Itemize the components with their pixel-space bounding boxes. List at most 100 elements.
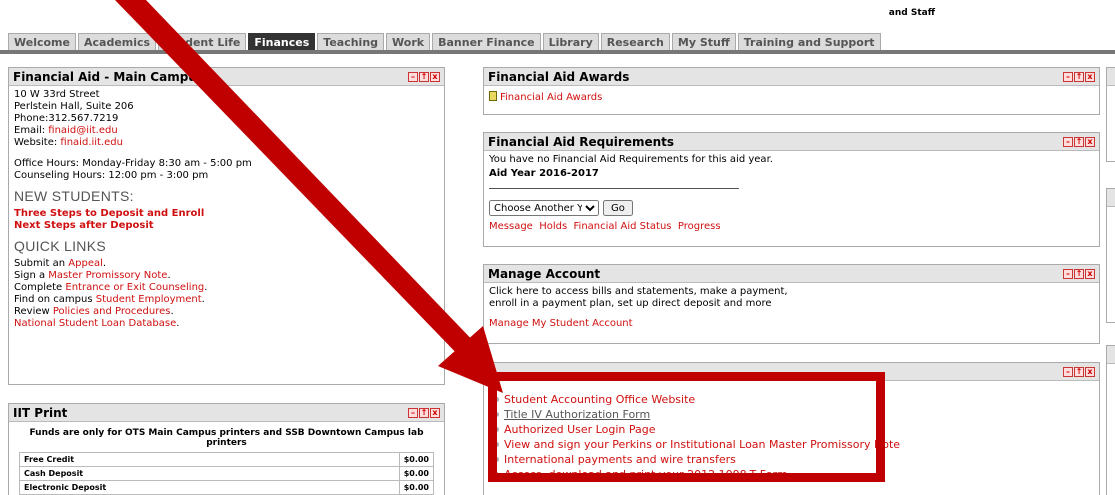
- awards-link[interactable]: Financial Aid Awards: [500, 92, 602, 103]
- email-row: Email: finaid@iit.edu: [14, 125, 118, 136]
- tab-student-life[interactable]: Student Life: [158, 33, 247, 50]
- requirements-links: Message Holds Financial Aid Status Progr…: [489, 221, 1094, 233]
- portlet-header: IIT Print – ↑ x: [9, 404, 444, 422]
- tab-library[interactable]: Library: [542, 33, 599, 50]
- email-link[interactable]: finaid@iit.edu: [48, 125, 117, 136]
- tab-research[interactable]: Research: [600, 33, 670, 50]
- table-row: Electronic Deposit $0.00: [19, 480, 435, 495]
- table-row: Cash Deposit $0.00: [19, 466, 435, 481]
- staff-text: and Staff: [888, 8, 935, 18]
- minimize-icon[interactable]: –: [1063, 71, 1073, 82]
- close-icon[interactable]: x: [1085, 268, 1095, 279]
- tab-bar: Welcome Academics Student Life Finances …: [8, 33, 883, 50]
- employment-link[interactable]: Student Employment: [96, 294, 202, 305]
- appeal-link[interactable]: Appeal: [68, 258, 103, 269]
- quick-link-policies: Review Policies and Procedures.: [14, 306, 174, 317]
- quick-link-employment: Find on campus Student Employment.: [14, 294, 205, 305]
- quick-link-appeal: Submit an Appeal.: [14, 258, 107, 269]
- tab-welcome[interactable]: Welcome: [8, 33, 76, 50]
- tab-finances[interactable]: Finances: [248, 33, 316, 50]
- address-line-2: Perlstein Hall, Suite 206: [14, 101, 134, 112]
- go-button[interactable]: Go: [603, 200, 633, 216]
- portlet-title: Financial Aid - Main Campus: [13, 69, 204, 84]
- website-row: Website: finaid.iit.edu: [14, 137, 123, 148]
- right-partial-portlet-1: [1106, 67, 1115, 162]
- tab-work[interactable]: Work: [386, 33, 431, 50]
- mpn-link[interactable]: Master Promissory Note: [48, 270, 167, 281]
- row-value: $0.00: [398, 466, 435, 481]
- maximize-icon[interactable]: ↑: [1074, 71, 1084, 82]
- table-row: Free Credit $0.00: [19, 452, 435, 467]
- nsld-link[interactable]: National Student Loan Database: [14, 318, 176, 329]
- quick-link-mpn: Sign a Master Promissory Note.: [14, 270, 171, 281]
- row-label: Cash Deposit: [19, 466, 400, 481]
- three-steps-link[interactable]: Three Steps to Deposit and Enroll: [14, 208, 439, 220]
- portlet-body: 10 W 33rd Street Perlstein Hall, Suite 2…: [9, 86, 444, 333]
- close-icon[interactable]: x: [430, 407, 440, 418]
- portlet-header: Financial Aid Requirements – ↑ x: [484, 133, 1099, 151]
- tab-academics[interactable]: Academics: [77, 33, 157, 50]
- website-link[interactable]: finaid.iit.edu: [60, 137, 123, 148]
- new-students-heading: NEW STUDENTS:: [14, 188, 134, 204]
- tab-divider: [0, 50, 1115, 54]
- fin-aid-main-portlet: Financial Aid - Main Campus – ↑ x 10 W 3…: [8, 67, 445, 385]
- manage-account-portlet: Manage Account – ↑ x Click here to acces…: [483, 264, 1100, 344]
- tab-teaching[interactable]: Teaching: [317, 33, 385, 50]
- next-steps-link[interactable]: Next Steps after Deposit: [14, 220, 439, 232]
- quick-links-heading: QUICK LINKS: [14, 238, 106, 254]
- address-line-1: 10 W 33rd Street: [14, 89, 100, 100]
- counseling-hours: Counseling Hours: 12:00 pm - 3:00 pm: [14, 170, 209, 181]
- portlet-header: Financial Aid Awards – ↑ x: [484, 68, 1099, 86]
- requirements-message: You have no Financial Aid Requirements f…: [489, 154, 773, 165]
- portlet-title: Financial Aid Awards: [488, 69, 630, 84]
- row-value: $0.00: [398, 452, 435, 467]
- maximize-icon[interactable]: ↑: [419, 71, 429, 82]
- row-label: Free Credit: [19, 452, 400, 467]
- row-label: Electronic Deposit: [19, 480, 400, 495]
- manage-desc-2: enroll in a payment plan, set up direct …: [489, 298, 772, 309]
- row-value: $0.00: [398, 480, 435, 495]
- right-partial-portlet-2: [1106, 188, 1115, 323]
- portlet-title: Financial Aid Requirements: [488, 134, 675, 149]
- office-hours: Office Hours: Monday-Friday 8:30 am - 5:…: [14, 158, 252, 169]
- minimize-icon[interactable]: –: [408, 71, 418, 82]
- iit-print-portlet: IIT Print – ↑ x Funds are only for OTS M…: [8, 403, 445, 495]
- quick-link-nsld: National Student Loan Database.: [14, 318, 180, 329]
- maximize-icon[interactable]: ↑: [1074, 366, 1084, 377]
- message-link[interactable]: Message: [489, 221, 533, 232]
- policies-link[interactable]: Policies and Procedures: [53, 306, 171, 317]
- counseling-link[interactable]: Entrance or Exit Counseling: [65, 282, 204, 293]
- document-icon: [489, 91, 497, 101]
- tab-training-support[interactable]: Training and Support: [737, 33, 881, 50]
- aid-status-link[interactable]: Financial Aid Status: [574, 221, 672, 232]
- close-icon[interactable]: x: [1085, 136, 1095, 147]
- minimize-icon[interactable]: –: [1063, 366, 1073, 377]
- progress-link[interactable]: Progress: [678, 221, 721, 232]
- portlet-header: Manage Account – ↑ x: [484, 265, 1099, 283]
- print-note: Funds are only for OTS Main Campus print…: [29, 428, 424, 448]
- print-balance-table: Free Credit $0.00 Cash Deposit $0.00 Elect…: [19, 452, 435, 495]
- phone: Phone:312.567.7219: [14, 113, 119, 124]
- aid-year-select[interactable]: Choose Another Year: [489, 200, 599, 216]
- close-icon[interactable]: x: [430, 71, 440, 82]
- portlet-title: Manage Account: [488, 266, 601, 281]
- maximize-icon[interactable]: ↑: [1074, 268, 1084, 279]
- portlet-title: IIT Print: [13, 405, 68, 420]
- maximize-icon[interactable]: ↑: [1074, 136, 1084, 147]
- maximize-icon[interactable]: ↑: [419, 407, 429, 418]
- highlight-box: [488, 372, 885, 482]
- close-icon[interactable]: x: [1085, 71, 1095, 82]
- quick-link-counseling: Complete Entrance or Exit Counseling.: [14, 282, 208, 293]
- minimize-icon[interactable]: –: [1063, 136, 1073, 147]
- tab-banner-finance[interactable]: Banner Finance: [432, 33, 541, 50]
- close-icon[interactable]: x: [1085, 366, 1095, 377]
- requirements-portlet: Financial Aid Requirements – ↑ x You hav…: [483, 132, 1100, 247]
- minimize-icon[interactable]: –: [1063, 268, 1073, 279]
- portlet-header: Financial Aid - Main Campus – ↑ x: [9, 68, 444, 86]
- manage-desc-1: Click here to access bills and statement…: [489, 286, 788, 297]
- awards-portlet: Financial Aid Awards – ↑ x Financial Aid…: [483, 67, 1100, 115]
- tab-my-stuff[interactable]: My Stuff: [671, 33, 736, 50]
- holds-link[interactable]: Holds: [539, 221, 567, 232]
- minimize-icon[interactable]: –: [408, 407, 418, 418]
- manage-account-link[interactable]: Manage My Student Account: [489, 318, 633, 329]
